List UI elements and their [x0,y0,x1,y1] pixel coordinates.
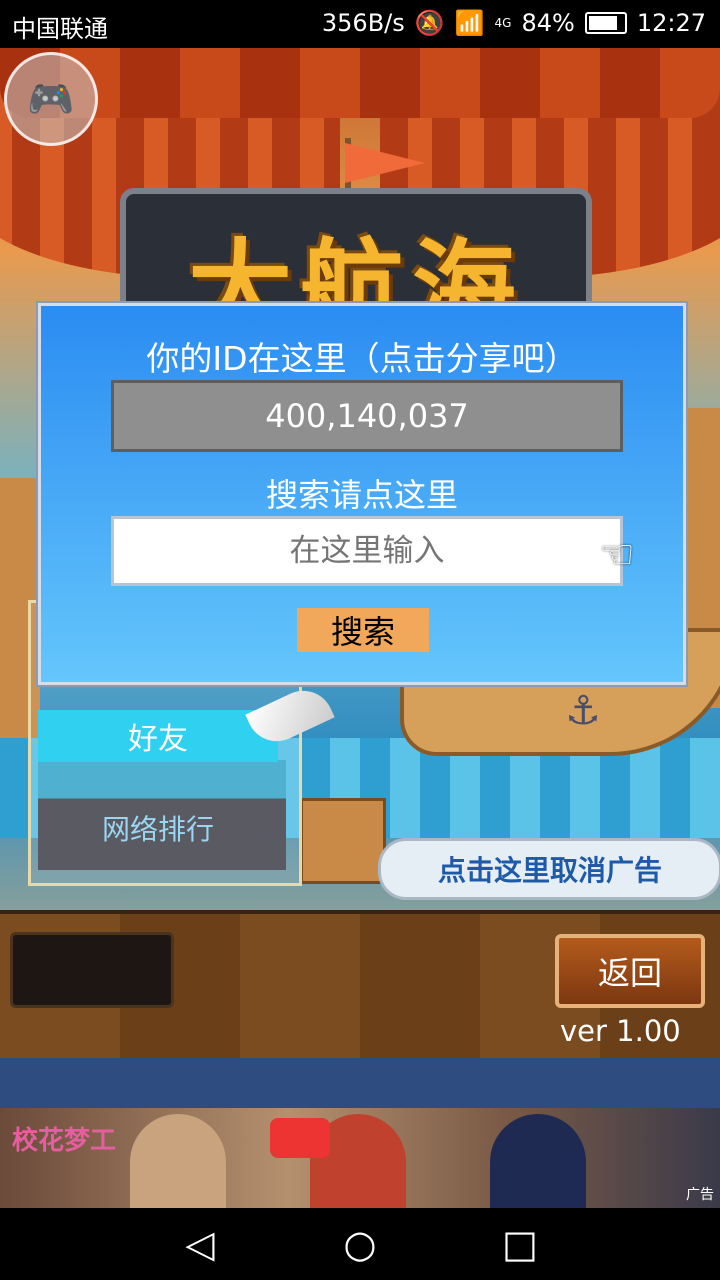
dialog-title[interactable]: 你的ID在这里（点击分享吧） [41,332,683,380]
battery-icon [584,12,627,34]
wifi-icon: 📶 [454,9,485,37]
status-bar: 中国联通 356B/s 🔕 📶 4G 84% 12:27 [0,0,720,48]
dock-crate [300,798,386,884]
back-button[interactable]: 返回 [555,934,705,1008]
mute-icon: 🔕 [414,9,445,37]
battery-percent: 84% [521,9,575,37]
network-type: 4G [494,16,512,30]
megaphone-icon [270,1118,330,1158]
recents-nav-icon[interactable]: □ [498,1222,542,1266]
empty-slot [10,932,174,1008]
ad-character-3 [490,1114,586,1208]
network-speed: 356B/s [321,9,405,37]
cancel-ad-button[interactable]: 点击这里取消广告 [378,838,720,900]
pointing-hand-icon: ☜ [599,532,635,578]
player-id-box[interactable]: 400,140,037 [111,380,623,452]
friends-tab[interactable]: 好友 [38,710,278,762]
id-dialog: 你的ID在这里（点击分享吧） 400,140,037 搜索请点这里 ☜ 搜索 [38,303,686,685]
status-icons: 356B/s 🔕 📶 4G 84% 12:27 [322,9,706,37]
ranking-tab[interactable]: 网络排行 [38,808,278,848]
ad-logo: 校花梦工 [12,1126,117,1156]
gamepad-button[interactable]: 🎮 [4,52,98,146]
back-nav-icon[interactable]: ◁ [178,1222,222,1266]
clock: 12:27 [636,9,706,37]
flag-icon [345,143,425,183]
version-label: ver 1.00 [560,1014,681,1048]
ad-character-1 [130,1114,226,1208]
search-button[interactable]: 搜索 [297,608,429,652]
ad-label: 广告 [686,1187,714,1203]
home-nav-icon[interactable]: ○ [338,1222,382,1266]
search-prompt: 搜索请点这里 [265,476,458,514]
navigation-bar: ◁ ○ □ [0,1208,720,1280]
carrier-name: 中国联通 [12,15,108,43]
blue-strip [0,1058,720,1108]
ad-banner[interactable]: 校花梦工 广告 [0,1108,720,1208]
curtain-valance [0,48,720,118]
gamepad-icon: 🎮 [27,76,75,121]
anchor-icon: ⚓ [565,688,601,734]
search-input[interactable] [111,516,623,586]
